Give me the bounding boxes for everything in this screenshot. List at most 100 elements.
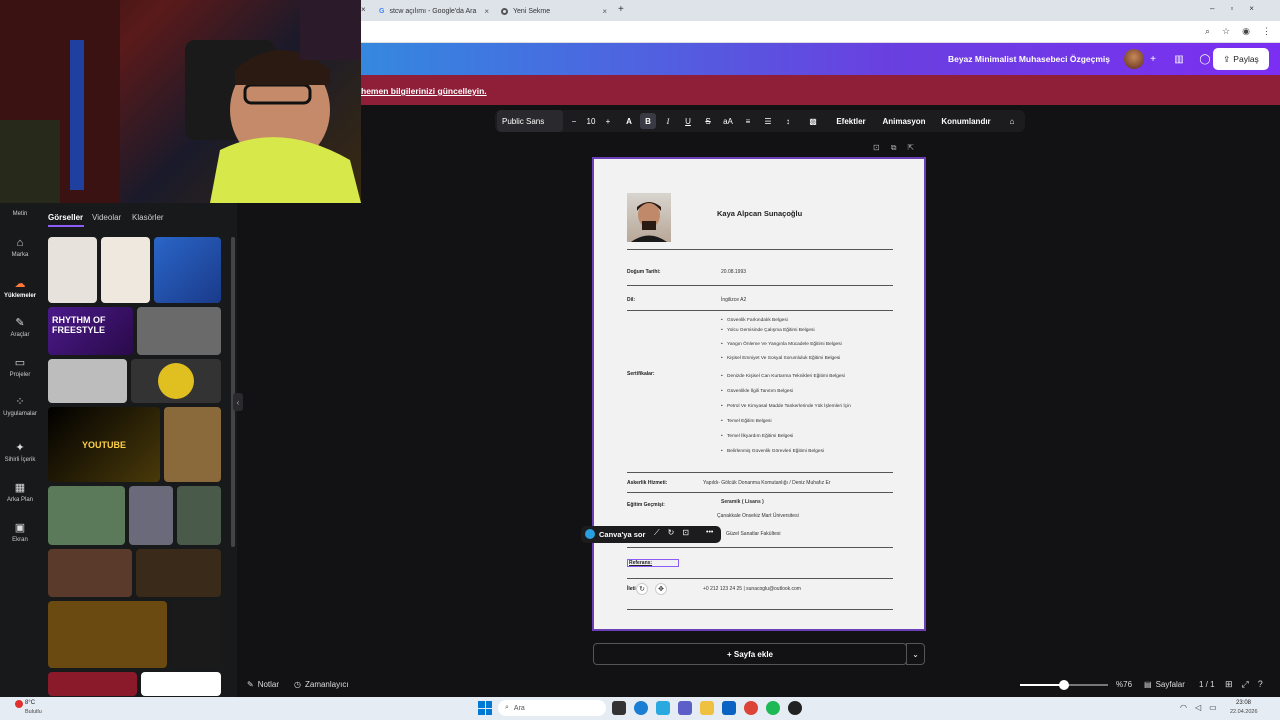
format-painter-icon[interactable]: ⌂: [1003, 110, 1021, 132]
avatar[interactable]: [1124, 49, 1144, 69]
page-count[interactable]: 1 / 1: [1199, 680, 1215, 689]
rail-item-brand[interactable]: ⌂ Marka: [0, 237, 40, 258]
effects-button[interactable]: Efektler: [830, 110, 872, 132]
education-university[interactable]: Çanakkale Onsekiz Mart Üniversitesi: [717, 513, 799, 519]
image-thumbnail[interactable]: [48, 486, 125, 545]
dob-value[interactable]: 20.08.1993: [721, 269, 746, 275]
image-thumbnail[interactable]: [136, 549, 221, 597]
education-degree[interactable]: Seramik ( Lisans ): [721, 499, 764, 505]
image-thumbnail[interactable]: [177, 486, 221, 545]
more-options-icon[interactable]: •••: [706, 529, 713, 536]
dob-label[interactable]: Doğum Tarihi:: [627, 269, 661, 275]
document-title[interactable]: Beyaz Minimalist Muhasebeci Özgeçmiş: [948, 54, 1110, 64]
battery-icon[interactable]: ▭: [1209, 703, 1217, 712]
image-thumbnail[interactable]: [48, 237, 97, 303]
certificate-item[interactable]: Temel Eğitim Belgesi: [721, 419, 771, 424]
rail-item-text[interactable]: Metin: [0, 211, 40, 217]
rotate-handle-icon[interactable]: ↻: [636, 583, 648, 595]
app-icon[interactable]: [788, 701, 802, 715]
rail-item-tools[interactable]: ✎ Araçlar: [0, 316, 40, 338]
image-thumbnail[interactable]: [48, 672, 137, 696]
zoom-slider[interactable]: [1020, 680, 1108, 690]
spotify-icon[interactable]: [766, 701, 780, 715]
image-thumbnail[interactable]: [48, 601, 167, 668]
windows-start-icon[interactable]: [478, 701, 492, 715]
image-thumbnail[interactable]: YOUTUBE: [48, 407, 160, 482]
image-thumbnail[interactable]: [48, 359, 127, 403]
wifi-icon[interactable]: ◠: [1180, 703, 1187, 712]
zoom-thumb[interactable]: [1059, 680, 1069, 690]
banner-link[interactable]: hemen bilgilerinizi güncelleyin.: [361, 86, 487, 96]
rail-item-magic[interactable]: ✦ Sihirli İçerik: [0, 441, 40, 463]
weather-temp[interactable]: 8°C: [25, 700, 35, 706]
tab-folders[interactable]: Klasörler: [132, 213, 164, 222]
rail-item-screen[interactable]: ▣ Ekran: [0, 521, 40, 543]
add-page-button[interactable]: + Sayfa ekle: [593, 643, 907, 665]
refresh-icon[interactable]: ↻: [668, 528, 675, 538]
profile-icon[interactable]: ◉: [1242, 26, 1250, 37]
font-size-decrease-button[interactable]: −: [567, 110, 581, 132]
rail-item-projects[interactable]: ▭ Projeler: [0, 356, 40, 378]
image-thumbnail[interactable]: RHYTHM OF FREESTYLE: [48, 307, 133, 355]
volume-icon[interactable]: ◁: [1195, 703, 1201, 712]
transparency-icon[interactable]: ▩: [805, 110, 821, 132]
panel-scrollbar[interactable]: [231, 237, 235, 547]
maximize-icon[interactable]: ▫: [1230, 4, 1233, 13]
browser-tab[interactable]: Yeni Sekme ×: [495, 2, 613, 21]
certificate-item[interactable]: Kişisel Emniyet Ve Sosyal Sorumluluk Eği…: [721, 356, 840, 361]
image-thumbnail[interactable]: [154, 237, 221, 303]
rail-item-uploads[interactable]: ☁ Yüklemeler: [0, 277, 40, 299]
bookmark-star-icon[interactable]: ☆: [1222, 26, 1230, 37]
certificate-item[interactable]: Güvenlik Farkındalık Belgesi: [721, 318, 788, 323]
image-thumbnail[interactable]: [131, 359, 221, 403]
position-button[interactable]: Konumlandır: [937, 110, 995, 132]
lock-icon[interactable]: ⊡: [682, 528, 689, 538]
profile-photo[interactable]: [627, 193, 671, 242]
reference-label[interactable]: Referans:: [627, 559, 679, 567]
notes-button[interactable]: ✎ Notlar: [247, 680, 279, 689]
certificate-item[interactable]: Yolcu Gemisinde Çalışma Eğitimi Belgesi: [721, 328, 815, 333]
timer-button[interactable]: ◷ Zamanlayıcı: [294, 680, 349, 689]
list-icon[interactable]: ☰: [760, 110, 776, 132]
education-label[interactable]: Eğitim Geçmişi:: [627, 502, 665, 508]
magic-edit-icon[interactable]: ⟋: [654, 528, 660, 538]
certificate-item[interactable]: Temel İlkyardım Eğitimi Belgesi: [721, 434, 793, 439]
export-icon[interactable]: ⇱: [907, 143, 914, 153]
browser-tab[interactable]: G stcw açılımı - Google'da Ara ×: [373, 2, 495, 21]
chevron-down-icon[interactable]: ⌄: [906, 643, 925, 665]
certificate-item[interactable]: Güvenlikle İlgili Tanıtım Belgesi: [721, 389, 793, 394]
education-faculty[interactable]: Güzel Sanatlar Fakültesi: [726, 531, 780, 537]
text-color-icon[interactable]: A: [621, 110, 637, 132]
certificate-item[interactable]: Petrol Ve Kimyasal Madde Tankerlerinde Y…: [721, 404, 851, 409]
chrome-taskbar-icon[interactable]: [744, 701, 758, 715]
menu-dots-icon[interactable]: ⋮: [1262, 26, 1271, 37]
font-size-increase-button[interactable]: +: [601, 110, 615, 132]
resume-name[interactable]: Kaya Alpcan Sunaçoğlu: [717, 209, 802, 218]
image-thumbnail[interactable]: [129, 486, 173, 545]
ask-canva-button[interactable]: Canva'ya sor: [599, 530, 645, 539]
military-value[interactable]: Yapıldı- Gölcük Donanma Komutanlığı / De…: [703, 480, 830, 486]
image-thumbnail[interactable]: [171, 601, 221, 668]
new-tab-button[interactable]: +: [618, 4, 624, 15]
image-thumbnail[interactable]: [101, 237, 150, 303]
bold-icon[interactable]: B: [640, 113, 656, 129]
copilot-icon[interactable]: [656, 701, 670, 715]
pages-button[interactable]: ▤ Sayfalar: [1144, 680, 1185, 689]
image-thumbnail[interactable]: [141, 672, 221, 696]
move-handle-icon[interactable]: ✥: [655, 583, 667, 595]
align-left-icon[interactable]: ≡: [740, 110, 756, 132]
share-button[interactable]: ⇪ Paylaş: [1213, 48, 1269, 70]
zoom-level[interactable]: %76: [1116, 680, 1132, 689]
analytics-icon[interactable]: ▥: [1170, 50, 1188, 68]
close-tab-icon[interactable]: ×: [602, 7, 607, 16]
language-value[interactable]: İngilizce A2: [721, 297, 746, 303]
help-icon[interactable]: ?: [1258, 679, 1263, 690]
certificates-label[interactable]: Sertifikalar:: [627, 371, 655, 377]
language-label[interactable]: Dil:: [627, 297, 635, 303]
contact-value[interactable]: +0 212 123 24 25 | sunacoglu@outlook.com: [703, 586, 801, 592]
close-tab-icon[interactable]: ×: [484, 7, 489, 16]
edge-icon[interactable]: [634, 701, 648, 715]
letter-case-icon[interactable]: aA: [720, 110, 736, 132]
collapse-panel-button[interactable]: ‹: [233, 393, 243, 411]
file-explorer-icon[interactable]: [700, 701, 714, 715]
